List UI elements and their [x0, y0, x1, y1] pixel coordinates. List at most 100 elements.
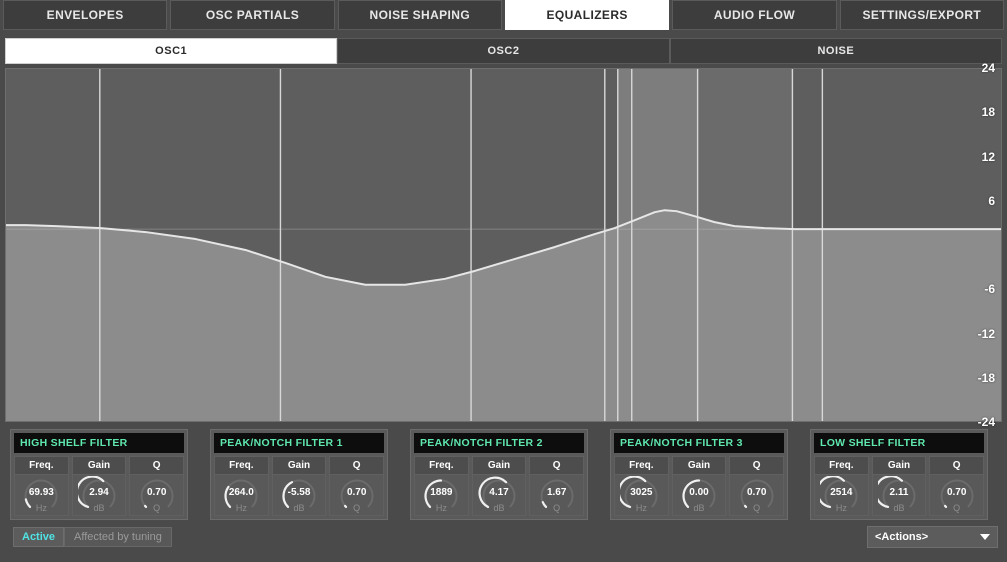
- knob-unit: Q: [753, 503, 761, 513]
- knob-value: 2.11: [889, 487, 909, 498]
- chevron-down-icon: [980, 534, 990, 540]
- filter-panel-high-shelf-filter: HIGH SHELF FILTER Freq. 69.93 Hz Gain 2.94 dB Q…: [10, 429, 188, 520]
- knob-unit: dB: [693, 503, 705, 513]
- knob-value: 2.94: [89, 487, 109, 498]
- knob-cell: Q 0.70 Q: [329, 456, 385, 516]
- osc-tab-label: OSC1: [155, 45, 188, 57]
- knob-cell: Freq. 2514 Hz: [814, 456, 869, 516]
- knob-value: 4.17: [489, 487, 509, 498]
- knob-label: Q: [729, 456, 785, 474]
- knob-label: Q: [929, 456, 985, 474]
- eq-curve-fill: [6, 210, 1001, 421]
- main-tab-bar: ENVELOPES OSC PARTIALS NOISE SHAPING EQUALI…: [0, 0, 1007, 34]
- knob-label: Q: [129, 456, 185, 474]
- knob-unit: Hz: [435, 503, 447, 513]
- filter-title: LOW SHELF FILTER: [814, 433, 984, 453]
- knob-gain[interactable]: -5.58 dB: [271, 474, 327, 516]
- knob-cell: Q 0.70 Q: [929, 456, 985, 516]
- osc-tab-label: NOISE: [817, 45, 855, 57]
- knob-freq[interactable]: 2514 Hz: [814, 474, 869, 516]
- knob-q[interactable]: 0.70 Q: [929, 474, 985, 516]
- filter-panel-peak-notch-filter-2: PEAK/NOTCH FILTER 2 Freq. 1889 Hz Gain 4.17 dB…: [410, 429, 588, 520]
- osc-tab-osc2[interactable]: OSC2: [337, 38, 670, 64]
- filter-slot: HIGH SHELF FILTER Freq. 69.93 Hz Gain 2.94 dB Q…: [0, 427, 200, 520]
- knob-value: 2514: [830, 487, 853, 498]
- knob-row: Freq. 264.0 Hz Gain -5.58 dB Q 0.70 Q: [214, 456, 385, 516]
- knob-q[interactable]: 1.67 Q: [529, 474, 585, 516]
- knob-label: Gain: [271, 456, 327, 474]
- knob-value: 1889: [430, 487, 453, 498]
- knob-gain[interactable]: 2.11 dB: [871, 474, 927, 516]
- knob-cell: Q 0.70 Q: [129, 456, 185, 516]
- knob-cell: Freq. 1889 Hz: [414, 456, 469, 516]
- knob-freq[interactable]: 264.0 Hz: [214, 474, 269, 516]
- eq-response-graph[interactable]: [5, 68, 1002, 422]
- knob-gain[interactable]: 4.17 dB: [471, 474, 527, 516]
- knob-unit: Q: [553, 503, 561, 513]
- knob-freq[interactable]: 1889 Hz: [414, 474, 469, 516]
- filter-title: PEAK/NOTCH FILTER 1: [214, 433, 384, 453]
- knob-row: Freq. 3025 Hz Gain 0.00 dB Q 0.70 Q: [614, 456, 785, 516]
- knob-freq[interactable]: 3025 Hz: [614, 474, 669, 516]
- main-tab-audio-flow[interactable]: AUDIO FLOW: [672, 0, 837, 30]
- knob-label: Gain: [871, 456, 927, 474]
- knob-value: 0.70: [146, 487, 167, 498]
- main-tab-noise-shaping[interactable]: NOISE SHAPING: [337, 0, 502, 30]
- main-tab-label: SETTINGS/EXPORT: [862, 8, 982, 22]
- knob-cell: Freq. 3025 Hz: [614, 456, 669, 516]
- main-tab-equalizers[interactable]: EQUALIZERS: [504, 0, 670, 30]
- knob-label: Gain: [471, 456, 527, 474]
- knob-unit: Q: [153, 503, 161, 513]
- knob-value: 69.93: [28, 487, 54, 498]
- knob-row: Freq. 1889 Hz Gain 4.17 dB Q 1.67 Q: [414, 456, 585, 516]
- knob-label: Q: [529, 456, 585, 474]
- knob-cell: Q 1.67 Q: [529, 456, 585, 516]
- knob-row: Freq. 2514 Hz Gain 2.11 dB Q 0.70 Q: [814, 456, 985, 516]
- main-tab-label: EQUALIZERS: [546, 8, 628, 22]
- knob-label: Freq.: [14, 456, 69, 474]
- knob-q[interactable]: 0.70 Q: [729, 474, 785, 516]
- knob-q[interactable]: 0.70 Q: [129, 474, 185, 516]
- knob-cell: Q 0.70 Q: [729, 456, 785, 516]
- knob-label: Freq.: [414, 456, 469, 474]
- knob-cell: Gain 2.11 dB: [871, 456, 927, 516]
- knob-freq[interactable]: 69.93 Hz: [14, 474, 69, 516]
- filter-panel-peak-notch-filter-3: PEAK/NOTCH FILTER 3 Freq. 3025 Hz Gain 0.00 dB…: [610, 429, 788, 520]
- knob-unit: dB: [93, 503, 105, 513]
- knob-unit: dB: [293, 503, 305, 513]
- knob-q[interactable]: 0.70 Q: [329, 474, 385, 516]
- knob-gain[interactable]: 0.00 dB: [671, 474, 727, 516]
- knob-cell: Gain 4.17 dB: [471, 456, 527, 516]
- osc-tab-noise[interactable]: NOISE: [669, 38, 1002, 64]
- osc-tab-osc1[interactable]: OSC1: [5, 38, 338, 64]
- filter-slot: PEAK/NOTCH FILTER 1 Freq. 264.0 Hz Gain -5.58…: [200, 427, 400, 520]
- oscillator-tab-bar: OSC1 OSC2 NOISE: [5, 38, 1002, 64]
- active-toggle-button[interactable]: Active: [13, 527, 65, 547]
- main-tab-envelopes[interactable]: ENVELOPES: [3, 0, 168, 30]
- knob-label: Freq.: [814, 456, 869, 474]
- knob-value: 0.70: [346, 487, 367, 498]
- affected-by-tuning-button[interactable]: Affected by tuning: [64, 527, 172, 547]
- main-tab-settings-export[interactable]: SETTINGS/EXPORT: [839, 0, 1004, 30]
- knob-label: Gain: [71, 456, 127, 474]
- main-tab-label: AUDIO FLOW: [713, 8, 796, 22]
- knob-unit: Hz: [635, 503, 647, 513]
- filter-title: HIGH SHELF FILTER: [14, 433, 184, 453]
- knob-value: 264.0: [228, 487, 254, 498]
- knob-value: 0.70: [746, 487, 767, 498]
- knob-gain[interactable]: 2.94 dB: [71, 474, 127, 516]
- actions-dropdown-label: <Actions>: [875, 531, 929, 543]
- knob-label: Freq.: [614, 456, 669, 474]
- filter-slot: LOW SHELF FILTER Freq. 2514 Hz Gain 2.11 dB Q 0.…: [800, 427, 1000, 520]
- actions-dropdown[interactable]: <Actions>: [867, 526, 998, 548]
- main-tab-label: NOISE SHAPING: [369, 8, 471, 22]
- main-tab-label: ENVELOPES: [46, 8, 124, 22]
- knob-value: -5.58: [287, 487, 311, 498]
- knob-label: Freq.: [214, 456, 269, 474]
- main-tab-osc-partials[interactable]: OSC PARTIALS: [170, 0, 335, 30]
- filter-title: PEAK/NOTCH FILTER 2: [414, 433, 584, 453]
- knob-unit: Q: [953, 503, 961, 513]
- knob-cell: Freq. 69.93 Hz: [14, 456, 69, 516]
- knob-label: Gain: [671, 456, 727, 474]
- osc-tab-label: OSC2: [487, 45, 520, 57]
